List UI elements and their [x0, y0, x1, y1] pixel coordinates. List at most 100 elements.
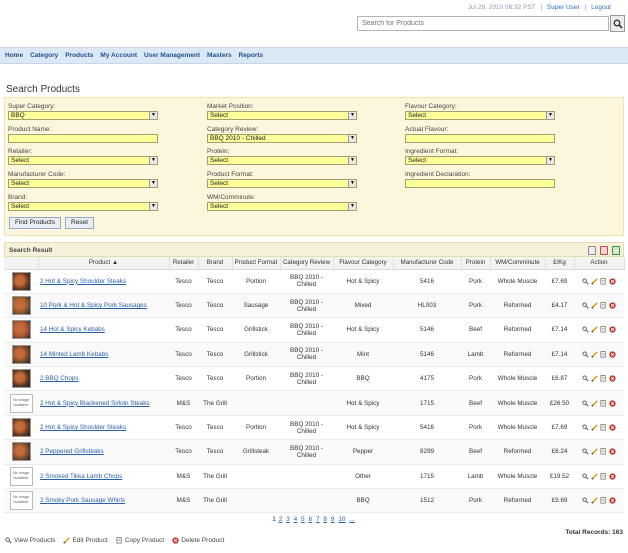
col-flavour-category[interactable]: Flavour Category	[333, 257, 394, 270]
col-product-format[interactable]: Product Format	[232, 257, 281, 270]
delete-icon[interactable]	[609, 473, 616, 480]
nav-masters[interactable]: Masters	[207, 52, 232, 59]
col-wm-comminute[interactable]: WM/Comminute	[490, 257, 546, 270]
page-link[interactable]: 6	[308, 516, 312, 523]
copy-icon[interactable]	[600, 277, 607, 285]
find-products-button[interactable]: Find Products	[9, 217, 62, 229]
retailer-select[interactable]: Select ▼	[8, 156, 158, 165]
copy-icon[interactable]	[600, 424, 607, 431]
delete-icon[interactable]	[609, 351, 616, 358]
delete-icon[interactable]	[609, 278, 616, 285]
copy-icon[interactable]	[600, 497, 607, 504]
delete-icon[interactable]	[609, 302, 616, 309]
protein-select[interactable]: Select ▼	[207, 156, 357, 165]
excel-icon[interactable]	[612, 246, 620, 255]
product-thumbnail[interactable]	[11, 320, 31, 340]
view-icon[interactable]	[582, 302, 589, 309]
view-icon[interactable]	[582, 278, 589, 285]
col-protein[interactable]: Protein	[461, 257, 491, 270]
delete-icon[interactable]	[609, 497, 616, 504]
reset-button[interactable]: Reset	[65, 217, 94, 229]
nav-products[interactable]: Products	[65, 52, 93, 59]
copy-icon[interactable]	[600, 399, 607, 407]
col-product[interactable]: Product ▲	[38, 257, 170, 270]
edit-icon[interactable]	[591, 424, 598, 431]
delete-icon[interactable]	[609, 375, 616, 382]
nav-reports[interactable]: Reports	[239, 52, 264, 59]
edit-icon[interactable]	[591, 473, 598, 480]
page-link[interactable]: 10	[338, 516, 345, 523]
product-link[interactable]: 14 Minted Lamb Kebabs	[40, 351, 108, 358]
col-brand[interactable]: Brand	[198, 257, 233, 270]
col-price-per-kg[interactable]: £/Kg	[545, 257, 575, 270]
product-link[interactable]: 2 BBQ Chops	[40, 375, 79, 382]
delete-icon[interactable]	[609, 326, 616, 334]
view-icon[interactable]	[582, 375, 589, 382]
product-format-select[interactable]: Select ▼	[207, 179, 357, 188]
super-category-select[interactable]: BBQ ▼	[8, 111, 158, 120]
view-icon[interactable]	[582, 497, 589, 504]
copy-icon[interactable]	[600, 472, 607, 480]
product-link[interactable]: 2 Hot & Spicy Blackened Sirloin Steaks	[40, 400, 150, 407]
manufacturer-code-select[interactable]: Select ▼	[8, 179, 158, 188]
product-thumbnail[interactable]	[11, 369, 31, 389]
col-category-review[interactable]: Category Review	[280, 257, 334, 270]
col-retailer[interactable]: Retailer	[169, 257, 199, 270]
page-link[interactable]: 4	[294, 516, 298, 523]
search-button[interactable]	[610, 15, 625, 32]
view-icon[interactable]	[582, 400, 589, 407]
product-link[interactable]: 14 Hot & Spicy Kebabs	[40, 326, 105, 333]
copy-icon[interactable]	[600, 448, 607, 455]
nav-home[interactable]: Home	[5, 52, 23, 59]
page-link[interactable]: 5	[301, 516, 305, 523]
col-manufacturer-code[interactable]: Manufacturer Code	[393, 257, 462, 270]
page-link[interactable]: 3	[286, 516, 290, 523]
view-icon[interactable]	[582, 448, 589, 455]
product-link[interactable]: 2 Smoky Pork Sausage Whirls	[40, 497, 125, 504]
delete-icon[interactable]	[609, 399, 616, 407]
view-icon[interactable]	[582, 473, 589, 480]
product-link[interactable]: 2 Hot & Spicy Shoulder Steaks	[40, 278, 126, 285]
copy-icon[interactable]	[600, 302, 607, 309]
logout-link[interactable]: Logout	[591, 4, 611, 11]
page-link[interactable]: 7	[316, 516, 320, 523]
product-thumbnail[interactable]	[11, 442, 31, 462]
copy-icon[interactable]	[600, 350, 607, 358]
nav-category[interactable]: Category	[30, 52, 58, 59]
product-thumbnail[interactable]	[11, 418, 31, 438]
user-link[interactable]: Super User	[547, 4, 580, 11]
ingredient-format-select[interactable]: Select ▼	[405, 156, 555, 165]
page-link[interactable]: 2	[279, 516, 283, 523]
view-icon[interactable]	[582, 424, 589, 431]
market-position-select[interactable]: Select ▼	[207, 111, 357, 120]
nav-user-management[interactable]: User Management	[144, 52, 200, 59]
edit-icon[interactable]	[591, 351, 598, 358]
copy-icon[interactable]	[600, 375, 607, 382]
product-link[interactable]: 2 Peppered Grillsteaks	[40, 448, 104, 455]
edit-icon[interactable]	[591, 448, 598, 456]
nav-my-account[interactable]: My Account	[100, 52, 137, 59]
product-name-input[interactable]	[8, 134, 158, 143]
category-review-select[interactable]: BBQ 2010 - Chilled ▼	[207, 134, 357, 143]
wm-comminute-select[interactable]: Select ▼	[207, 202, 357, 211]
view-icon[interactable]	[582, 326, 589, 333]
edit-icon[interactable]	[591, 375, 598, 382]
product-link[interactable]: 2 Smoked Tikka Lamb Chops	[40, 473, 122, 480]
edit-icon[interactable]	[591, 399, 598, 407]
product-link[interactable]: 2 Hot & Spicy Shoulder Steaks	[40, 424, 126, 431]
edit-icon[interactable]	[591, 326, 598, 334]
flavour-category-select[interactable]: Select ▼	[405, 111, 555, 120]
edit-icon[interactable]	[591, 497, 598, 504]
copy-icon[interactable]	[600, 326, 607, 333]
product-thumbnail[interactable]	[11, 271, 31, 291]
page-more-link[interactable]: ...	[349, 516, 354, 523]
ingredient-declaration-input[interactable]	[405, 179, 555, 188]
edit-icon[interactable]	[591, 302, 598, 309]
product-thumbnail[interactable]	[11, 344, 31, 364]
search-input[interactable]	[358, 17, 608, 30]
view-icon[interactable]	[582, 351, 589, 358]
delete-icon[interactable]	[609, 424, 616, 431]
pdf-icon[interactable]	[600, 246, 608, 255]
delete-icon[interactable]	[609, 448, 616, 456]
page-link[interactable]: 9	[331, 516, 335, 523]
